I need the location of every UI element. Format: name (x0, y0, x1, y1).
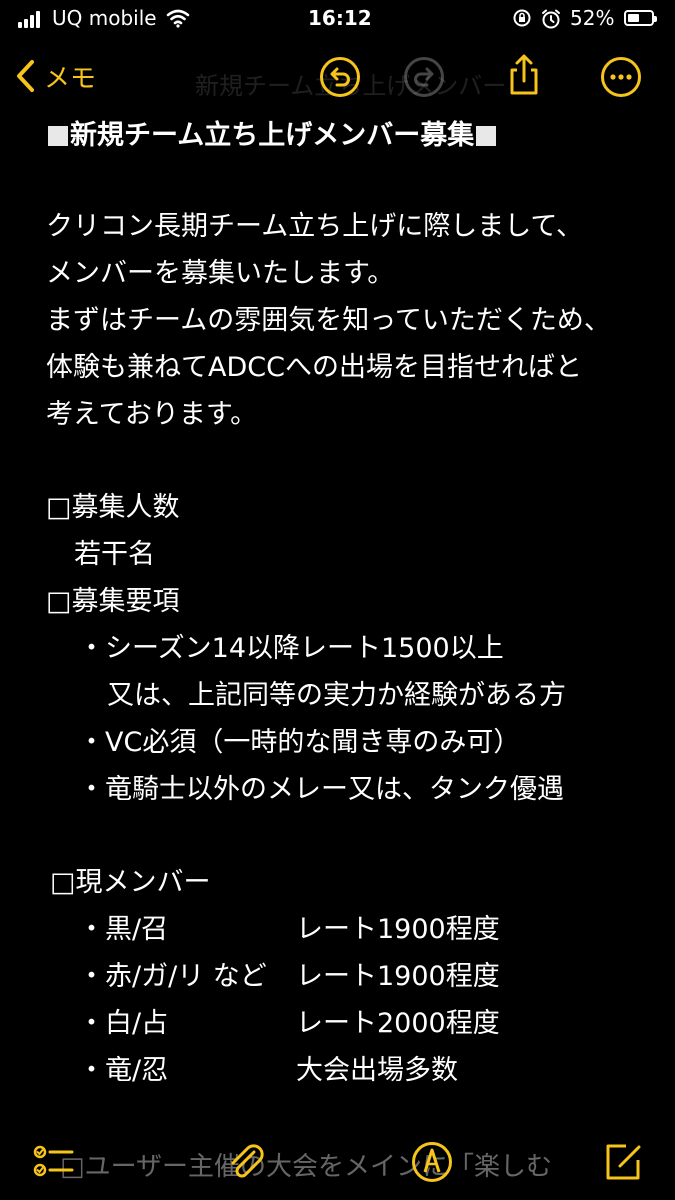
status-bar: UQ mobile 16:12 52% (0, 0, 675, 40)
orientation-lock-icon (513, 9, 531, 27)
battery-percent: 52% (570, 6, 615, 30)
markup-icon[interactable] (410, 1140, 454, 1184)
signal-icon (18, 10, 46, 28)
faded-underlying-text: □ユーザー主催の大会をメインに「楽しむ (60, 1152, 553, 1182)
back-label: メモ (44, 63, 97, 94)
section-heading-requirements: □募集要項 (46, 586, 180, 617)
alarm-icon (542, 9, 560, 29)
section-heading-members: □現メンバー (50, 867, 211, 898)
share-icon[interactable] (502, 53, 546, 97)
carrier-name: UQ mobile (52, 6, 157, 30)
undo-icon[interactable] (318, 55, 362, 99)
member-role: ・黒/召 (78, 914, 169, 945)
battery-icon (624, 10, 657, 26)
note-title: 新規チーム立ち上げメンバー募集 (46, 112, 498, 160)
intro-line: メンバーを募集いたします。 (46, 258, 395, 289)
square-bullet-icon (476, 126, 497, 146)
requirement-item-continued: 又は、上記同等の実力か経験がある方 (107, 680, 566, 711)
square-bullet-icon (48, 126, 68, 146)
member-note: レート2000程度 (296, 1008, 500, 1039)
member-note: レート1900程度 (296, 961, 500, 992)
member-role: ・赤/ガ/リ など (78, 961, 267, 992)
requirement-item: ・竜騎士以外のメレー又は、タンク優遇 (78, 774, 564, 805)
member-role: ・白/占 (78, 1008, 169, 1039)
intro-line: クリコン長期チーム立ち上げに際しまして、 (46, 211, 584, 242)
member-note: 大会出場多数 (296, 1055, 458, 1086)
intro-line: 体験も兼ねてADCCへの出場を目指せればと (46, 352, 582, 383)
checklist-icon[interactable] (30, 1140, 74, 1184)
member-note: レート1900程度 (296, 914, 500, 945)
nav-bar: メモ 新規チーム立ち上げメンバー (0, 44, 675, 114)
compose-icon[interactable] (602, 1140, 646, 1184)
more-icon[interactable] (599, 55, 643, 99)
intro-line: まずはチームの雰囲気を知っていただくため、 (46, 305, 611, 336)
bottom-toolbar: □ユーザー主催の大会をメインに「楽しむ (0, 1130, 675, 1200)
section-heading-count: □募集人数 (46, 492, 180, 523)
member-role: ・竜/忍 (78, 1055, 169, 1086)
requirement-item: ・VC必須（一時的な聞き専のみ可） (78, 727, 521, 758)
wifi-icon (166, 9, 190, 28)
attachment-icon[interactable] (224, 1140, 268, 1184)
clock: 16:12 (308, 6, 372, 30)
back-button[interactable]: メモ (14, 56, 96, 96)
intro-line: 考えております。 (46, 399, 258, 430)
redo-icon[interactable] (402, 55, 446, 99)
chevron-left-icon (17, 60, 34, 92)
requirement-item: ・シーズン14以降レート1500以上 (78, 633, 504, 664)
section-count-value: 若干名 (74, 539, 155, 570)
